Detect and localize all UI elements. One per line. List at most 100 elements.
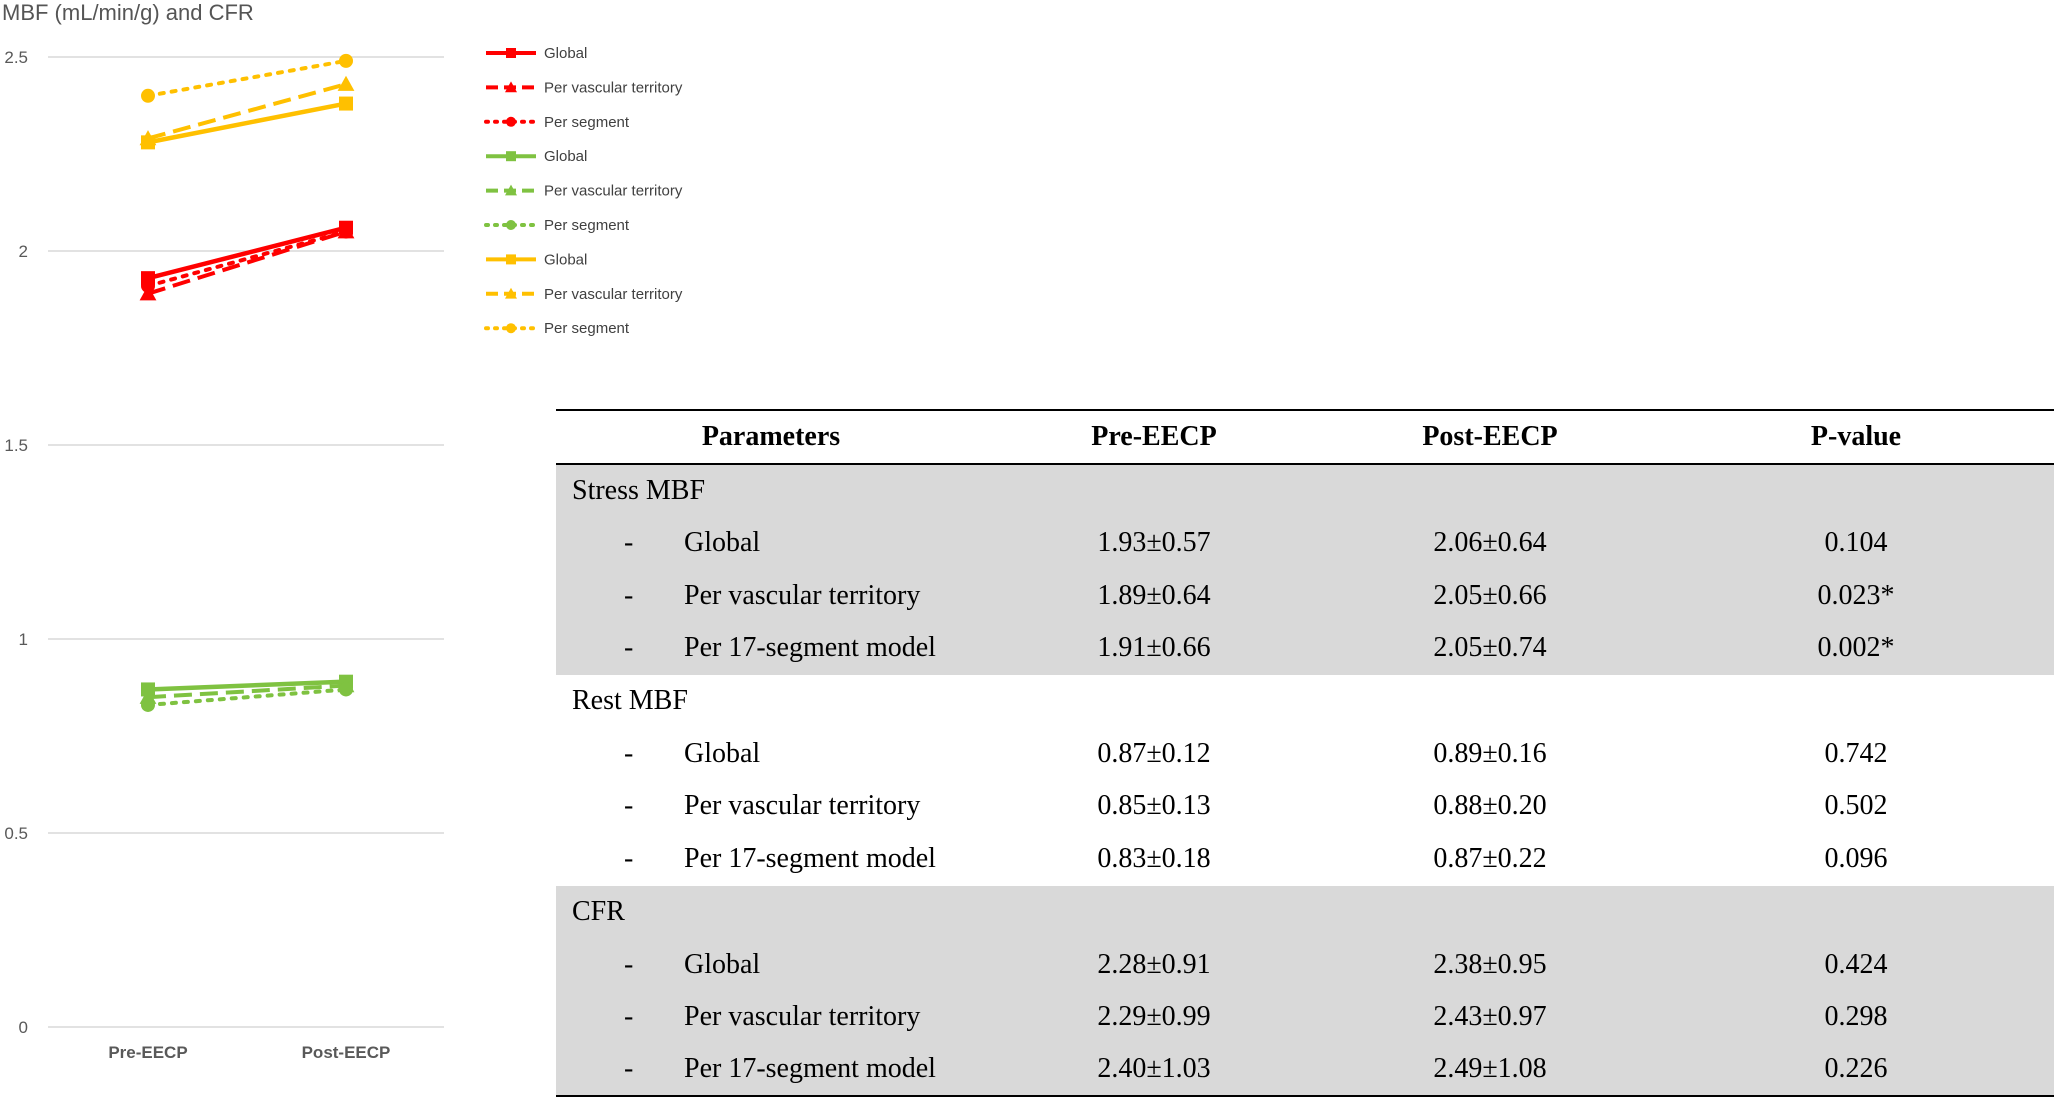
cell-pre-eecp [986, 464, 1322, 517]
row-bullet-dash: - [624, 1053, 634, 1085]
legend-item: Global [486, 251, 587, 268]
legend-item: Per segment [484, 320, 630, 337]
cell-p-value: 0.023* [1658, 569, 2054, 623]
cell-post-eecp [1322, 675, 1658, 728]
cell-p-value: 0.096 [1824, 843, 1888, 875]
cell-post-eecp [1322, 885, 1658, 939]
row-label: Per vascular territory [684, 1001, 921, 1033]
x-tick-label: Post-EECP [302, 1043, 391, 1062]
row-label: Global [684, 948, 761, 980]
y-tick-label: 0.5 [4, 824, 28, 843]
cell-post-eecp [1322, 464, 1658, 517]
row-bullet-dash: - [624, 579, 634, 611]
group-label: Rest MBF [572, 685, 688, 717]
legend-label: Global [544, 45, 587, 62]
y-tick-label: 0 [19, 1018, 28, 1037]
x-tick-label: Pre-EECP [108, 1043, 187, 1062]
row-label: Per vascular territory [684, 579, 921, 611]
cell-parameter: - Global [556, 516, 986, 570]
cell-parameter: - Global [556, 727, 986, 780]
cell-parameter: - Per vascular territory [556, 990, 986, 1044]
cell-p-value: 0.226 [1658, 1043, 2054, 1098]
cell-pre-eecp [986, 675, 1322, 728]
cell-parameter: - Per 17-segment model [556, 833, 986, 886]
cell-p-value: 0.298 [1658, 990, 2054, 1044]
legend-item: Per segment [484, 217, 630, 234]
legend-label: Global [544, 148, 587, 165]
cell-p-value: 0.104 [1658, 516, 2054, 570]
cell-post-eecp: 2.38±0.95 [1322, 938, 1658, 991]
row-label: Per 17-segment model [684, 632, 936, 664]
row-bullet-dash: - [624, 948, 634, 980]
data-point-circle [339, 682, 353, 697]
cell-post-eecp: 0.88±0.20 [1433, 790, 1547, 822]
table-group-row: Rest MBF [556, 675, 2054, 728]
row-label: Global [684, 737, 761, 769]
cell-pre-eecp: 2.29±0.99 [986, 990, 1322, 1044]
data-point-circle [141, 88, 155, 103]
legend-label: Per vascular territory [544, 286, 683, 303]
legend-label: Per segment [544, 320, 630, 337]
legend: Global Per vascular territory Per segment G… [484, 45, 683, 337]
row-bullet-dash: - [624, 843, 634, 875]
series-line [147, 101, 347, 145]
cell-pre-eecp: 0.87±0.12 [1097, 737, 1211, 769]
legend-item: Global [486, 148, 587, 165]
cell-parameter: - Per 17-segment model [556, 1043, 986, 1098]
cell-p-value [1658, 675, 2054, 728]
series-0 [141, 220, 353, 286]
header-post-eecp: Post-EECP [1322, 409, 1658, 465]
legend-item: Per segment [484, 114, 630, 131]
cell-post-eecp: 2.05±0.66 [1322, 569, 1658, 623]
x-axis-tick-labels: Pre-EECP Post-EECP [108, 1043, 390, 1062]
y-tick-label: 1.5 [4, 436, 28, 455]
row-label: Per vascular territory [684, 790, 921, 822]
data-point-circle [339, 53, 353, 68]
table-body: Stress MBF - Global 1.93±0.57 2.06±0.64 0.104… [556, 464, 2054, 1098]
legend-label: Global [544, 251, 587, 268]
series-6 [141, 96, 353, 150]
series-lines [139, 53, 355, 712]
table-group-row: Stress MBF [556, 464, 2054, 517]
table-row: - Global 0.87±0.12 0.89±0.16 0.742 [556, 727, 2054, 780]
cell-post-eecp: 0.89±0.16 [1433, 737, 1547, 769]
cell-parameter: - Per vascular territory [556, 780, 986, 833]
group-label: CFR [572, 895, 625, 927]
cell-post-eecp: 2.43±0.97 [1322, 990, 1658, 1044]
legend-label: Per segment [544, 217, 630, 234]
series-8 [141, 53, 353, 103]
row-label: Per 17-segment model [684, 1053, 936, 1085]
series-line [146, 58, 348, 98]
group-label: Stress MBF [572, 474, 706, 506]
data-point-square [506, 254, 516, 265]
data-point-circle [141, 697, 155, 712]
table-row: - Per 17-segment model 0.83±0.18 0.87±0.22 0… [556, 833, 2054, 886]
table-row: - Global 1.93±0.57 2.06±0.64 0.104 [556, 516, 2054, 570]
header-p-value: P-value [1658, 409, 2054, 465]
row-bullet-dash: - [624, 790, 634, 822]
cell-p-value: 0.424 [1658, 938, 2054, 991]
cell-post-eecp: 0.87±0.22 [1433, 843, 1547, 875]
cell-pre-eecp: 2.28±0.91 [986, 938, 1322, 991]
header-parameters: Parameters [556, 409, 986, 465]
table-row: - Per 17-segment model 1.91±0.66 2.05±0.74 0… [556, 622, 2054, 675]
cell-parameter: - Per vascular territory [556, 569, 986, 623]
series-line [147, 225, 347, 281]
table-row: - Per vascular territory 0.85±0.13 0.88±0.2… [556, 780, 2054, 833]
cell-parameter: - Per 17-segment model [556, 622, 986, 675]
cell-pre-eecp: 1.93±0.57 [986, 516, 1322, 570]
row-label: Global [684, 527, 761, 559]
gridlines [48, 56, 444, 1028]
cell-parameter: Rest MBF [556, 675, 986, 728]
series-line [147, 229, 347, 296]
table-row: - Per vascular territory 2.29±0.99 2.43±0.9… [556, 990, 2054, 1044]
data-point-circle [141, 278, 155, 293]
cell-pre-eecp: 1.89±0.64 [986, 569, 1322, 623]
header-pre-eecp: Pre-EECP [986, 409, 1322, 465]
cell-parameter: Stress MBF [556, 464, 986, 517]
cell-p-value [1658, 464, 2054, 517]
legend-label: Per segment [544, 114, 630, 131]
cell-pre-eecp: 1.91±0.66 [986, 622, 1322, 675]
legend-item: Per vascular territory [486, 183, 683, 200]
cell-p-value: 0.502 [1824, 790, 1888, 822]
